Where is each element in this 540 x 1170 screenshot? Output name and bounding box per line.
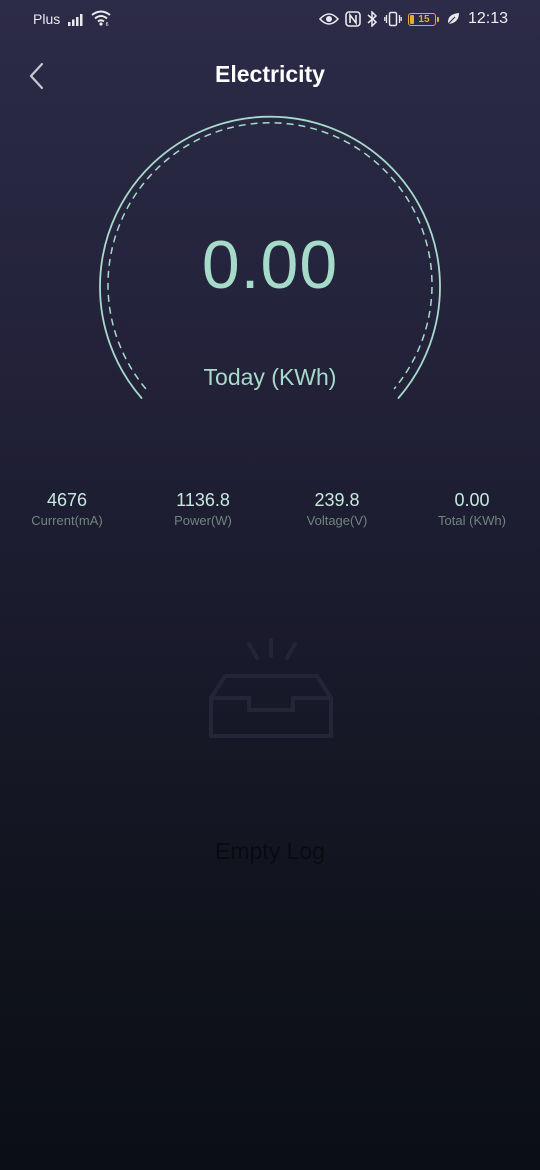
stat-value: 1136.8 [176, 490, 230, 510]
clock: 12:13 [467, 10, 508, 27]
signal-icon [68, 14, 83, 26]
wifi-icon: 6 [91, 10, 111, 26]
stat-value: 239.8 [314, 490, 360, 510]
empty-inbox-icon [209, 638, 333, 738]
stat-voltage: 239.8 Voltage(V) [277, 490, 397, 528]
stat-value: 0.00 [454, 490, 490, 510]
status-bar: Plus 6 15 12:13 [0, 0, 540, 40]
stat-power: 1136.8 Power(W) [143, 490, 263, 528]
svg-text:6: 6 [106, 22, 109, 26]
stat-value: 4676 [46, 490, 88, 510]
stat-label: Current(mA) [31, 513, 103, 528]
battery-icon: 15 [407, 12, 439, 26]
stat-total: 0.00 Total (KWh) [412, 490, 532, 528]
energy-gauge: 0.00 Today (KWh) [95, 110, 445, 410]
page-title: Electricity [215, 61, 325, 87]
status-icons: 15 12:13 [318, 9, 508, 29]
bluetooth-icon [367, 11, 378, 27]
stat-label: Power(W) [174, 513, 232, 528]
stat-label: Total (KWh) [438, 513, 506, 528]
today-energy-label: Today (KWh) [203, 364, 337, 390]
stats-row: 4676 Current(mA) 1136.8 Power(W) 239.8 V… [0, 490, 540, 540]
stat-label: Voltage(V) [306, 513, 368, 528]
today-energy-value: 0.00 [201, 227, 339, 303]
vibrate-icon [384, 11, 402, 27]
stat-current: 4676 Current(mA) [7, 490, 127, 528]
battery-level: 15 [418, 13, 430, 25]
carrier-name: Plus [33, 11, 61, 27]
empty-log-text: Empty Log [215, 838, 325, 864]
eye-icon [318, 13, 339, 25]
app-header: Electricity [0, 50, 540, 100]
nfc-icon [345, 11, 361, 27]
leaf-icon [447, 13, 459, 25]
